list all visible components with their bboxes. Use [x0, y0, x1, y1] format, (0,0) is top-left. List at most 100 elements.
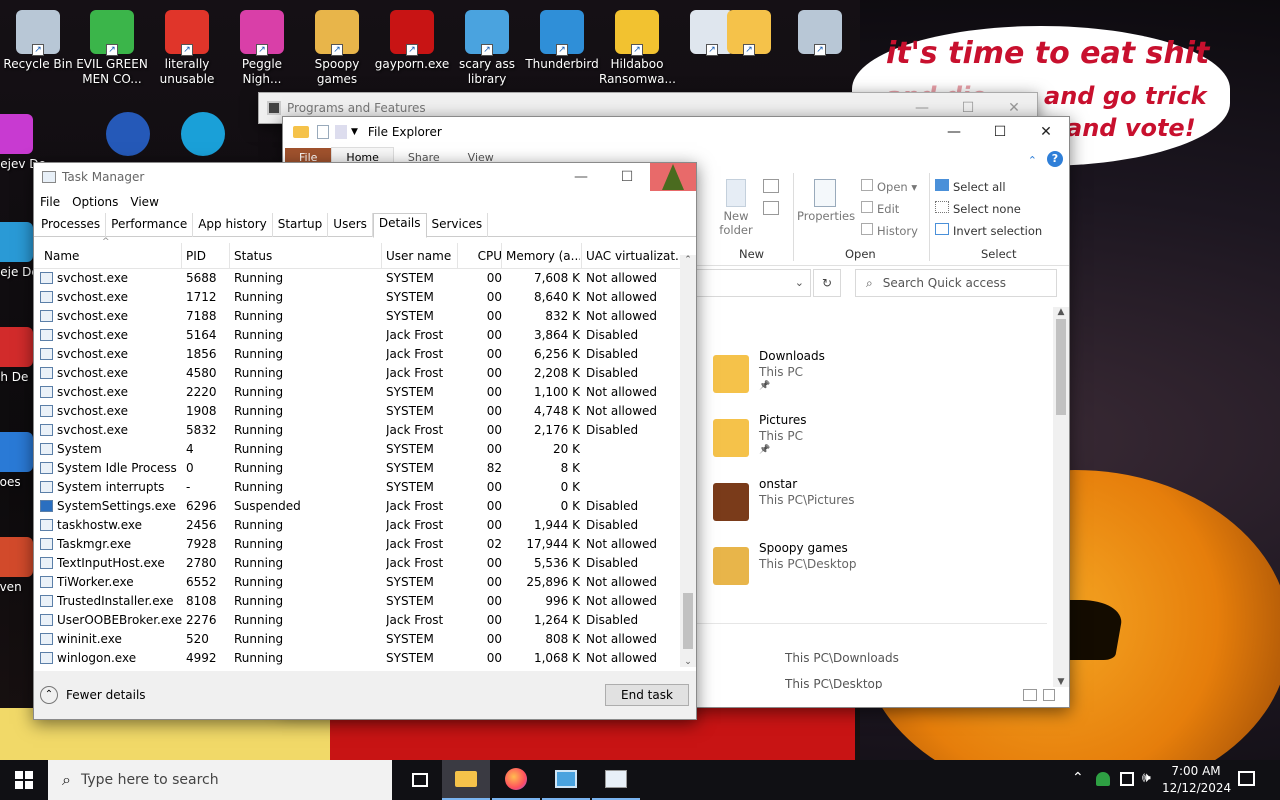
collapse-ribbon-icon[interactable]: ⌃: [1028, 154, 1037, 167]
desktop-icon[interactable]: ↗: [782, 8, 858, 57]
table-row[interactable]: svchost.exe 1856 Running Jack Frost 00 6,256 …: [34, 345, 680, 364]
properties-button[interactable]: Properties: [797, 179, 855, 223]
show-hidden-icons-icon[interactable]: ⌃: [1072, 770, 1084, 786]
taskbar-task-manager[interactable]: [592, 760, 640, 800]
table-row[interactable]: svchost.exe 4580 Running Jack Frost 00 2,208 …: [34, 364, 680, 383]
table-row[interactable]: TiWorker.exe 6552 Running SYSTEM 00 25,896 K N…: [34, 573, 680, 592]
fe-close-button[interactable]: ✕: [1023, 117, 1069, 147]
recent-item[interactable]: This PC\Desktop: [785, 677, 882, 689]
menu-options[interactable]: Options: [72, 195, 118, 209]
table-row[interactable]: System 4 Running SYSTEM 00 20 K: [34, 440, 680, 459]
desktop-icon[interactable]: [90, 110, 166, 159]
table-row[interactable]: UserOOBEBroker.exe 2276 Running Jack Frost 0…: [34, 611, 680, 630]
address-dropdown-icon[interactable]: ⌄: [795, 276, 804, 289]
desktop-icon[interactable]: ↗: [711, 8, 787, 57]
column-divider[interactable]: [457, 243, 458, 269]
new-folder-button[interactable]: New folder: [711, 179, 761, 237]
invert-selection-button[interactable]: Invert selection: [935, 223, 1042, 238]
column-divider[interactable]: [229, 243, 230, 269]
table-row[interactable]: svchost.exe 5164 Running Jack Frost 00 3,864 …: [34, 326, 680, 345]
clock[interactable]: 7:00 AM 12/12/2024: [1162, 763, 1231, 797]
address-bar[interactable]: ⌄: [695, 269, 811, 297]
fe-scrollbar[interactable]: ▲ ▼: [1053, 307, 1069, 687]
column-divider[interactable]: [581, 243, 582, 269]
tm-scrollbar[interactable]: ⌃ ⌄: [680, 255, 696, 667]
taskbar-control-panel[interactable]: [542, 760, 590, 800]
fe-maximize-button[interactable]: ☐: [977, 117, 1023, 147]
notifications-icon[interactable]: [1238, 771, 1255, 786]
column-header[interactable]: Memory (a...: [506, 249, 580, 263]
menu-view[interactable]: View: [130, 195, 158, 209]
easy-access-icon[interactable]: [763, 201, 779, 215]
table-row[interactable]: System Idle Process 0 Running SYSTEM 82 8 K: [34, 459, 680, 478]
fewer-details-button[interactable]: ⌃ Fewer details: [40, 686, 146, 704]
tab-performance[interactable]: Performance: [106, 213, 194, 237]
search-box[interactable]: ⌕ Search Quick access: [855, 269, 1057, 297]
tab-services[interactable]: Services: [427, 213, 489, 237]
desktop-icon[interactable]: ↗ scary ass library: [449, 8, 525, 87]
table-row[interactable]: svchost.exe 7188 Running SYSTEM 00 832 K Not a…: [34, 307, 680, 326]
column-divider[interactable]: [181, 243, 182, 269]
desktop-icon[interactable]: ↗ Hildaboo Ransomwa...: [599, 8, 676, 87]
table-row[interactable]: svchost.exe 5688 Running SYSTEM 00 7,608 K Not…: [34, 269, 680, 288]
menu-file[interactable]: File: [40, 195, 60, 209]
tm-maximize-button[interactable]: ☐: [604, 162, 650, 192]
quick-access-item[interactable]: onstar This PC\Pictures: [713, 477, 1013, 533]
desktop-icon[interactable]: ↗ Recycle Bin: [0, 8, 76, 72]
fe-minimize-button[interactable]: —: [931, 117, 977, 147]
quick-access-item[interactable]: Downloads This PC 📌: [713, 349, 1013, 405]
tab-app-history[interactable]: App history: [193, 213, 273, 237]
tm-scroll-down-arrow[interactable]: ⌄: [680, 657, 696, 667]
select-none-button[interactable]: Select none: [935, 201, 1021, 216]
taskbar-file-explorer[interactable]: [442, 760, 490, 800]
select-all-button[interactable]: Select all: [935, 179, 1006, 194]
tab-details[interactable]: Details: [372, 213, 427, 238]
column-header[interactable]: CPU: [462, 249, 502, 263]
table-row[interactable]: Taskmgr.exe 7928 Running Jack Frost 02 17,944…: [34, 535, 680, 554]
people-icon[interactable]: [1096, 772, 1110, 786]
tab-processes[interactable]: Processes: [36, 213, 107, 237]
start-button[interactable]: [0, 760, 48, 800]
recent-item[interactable]: This PC\Downloads: [785, 651, 899, 665]
desktop-icon[interactable]: [165, 110, 241, 159]
column-divider[interactable]: [381, 243, 382, 269]
table-row[interactable]: TrustedInstaller.exe 8108 Running SYSTEM 00 9…: [34, 592, 680, 611]
table-row[interactable]: taskhostw.exe 2456 Running Jack Frost 00 1,94…: [34, 516, 680, 535]
desktop-icon[interactable]: ↗ gayporn.exe: [374, 8, 450, 72]
qat-dropdown-icon[interactable]: ▼: [351, 127, 358, 137]
tab-users[interactable]: Users: [328, 213, 373, 237]
open-button[interactable]: Open ▾: [861, 179, 917, 194]
help-icon[interactable]: ?: [1047, 151, 1063, 167]
table-row[interactable]: svchost.exe 2220 Running SYSTEM 00 1,100 K Not…: [34, 383, 680, 402]
new-item-icon[interactable]: [763, 179, 779, 193]
tm-scroll-thumb[interactable]: [683, 593, 693, 649]
table-row[interactable]: System interrupts - Running SYSTEM 00 0 K: [34, 478, 680, 497]
refresh-button[interactable]: ↻: [813, 269, 841, 297]
volume-icon[interactable]: 🕪: [1142, 770, 1151, 786]
network-icon[interactable]: [1120, 772, 1134, 786]
column-header[interactable]: UAC virtualizat...: [586, 249, 680, 263]
table-row[interactable]: wininit.exe 520 Running SYSTEM 00 808 K Not al…: [34, 630, 680, 649]
table-row[interactable]: winlogon.exe 4992 Running SYSTEM 00 1,068 K No…: [34, 649, 680, 668]
tab-startup[interactable]: Startup: [273, 213, 329, 237]
desktop-icon[interactable]: ↗ Peggle Nigh...: [224, 8, 300, 87]
scroll-up-arrow[interactable]: ▲: [1053, 307, 1069, 317]
table-row[interactable]: svchost.exe 1712 Running SYSTEM 00 8,640 K Not…: [34, 288, 680, 307]
desktop-icon[interactable]: ↗ literally unusable: [149, 8, 225, 87]
table-row[interactable]: TextInputHost.exe 2780 Running Jack Frost 00…: [34, 554, 680, 573]
tm-scroll-up-arrow[interactable]: ⌃: [680, 255, 696, 269]
end-task-button[interactable]: End task: [605, 684, 689, 706]
qat-properties-icon[interactable]: [317, 125, 329, 139]
column-header[interactable]: Name: [44, 249, 184, 263]
large-icons-view-icon[interactable]: [1043, 689, 1055, 701]
edit-button[interactable]: Edit: [861, 201, 899, 216]
column-divider[interactable]: [501, 243, 502, 269]
column-header[interactable]: User name: [386, 249, 460, 263]
taskbar-search-box[interactable]: ⌕ Type here to search: [48, 760, 392, 800]
history-button[interactable]: History: [861, 223, 918, 238]
task-manager-window[interactable]: Task Manager — ☐ File Options View Proce…: [33, 162, 697, 720]
taskbar-firefox[interactable]: [492, 760, 540, 800]
desktop-icon[interactable]: ↗ Spoopy games: [299, 8, 375, 87]
scroll-down-arrow[interactable]: ▼: [1053, 677, 1069, 687]
quick-access-item[interactable]: Spoopy games This PC\Desktop: [713, 541, 1013, 597]
